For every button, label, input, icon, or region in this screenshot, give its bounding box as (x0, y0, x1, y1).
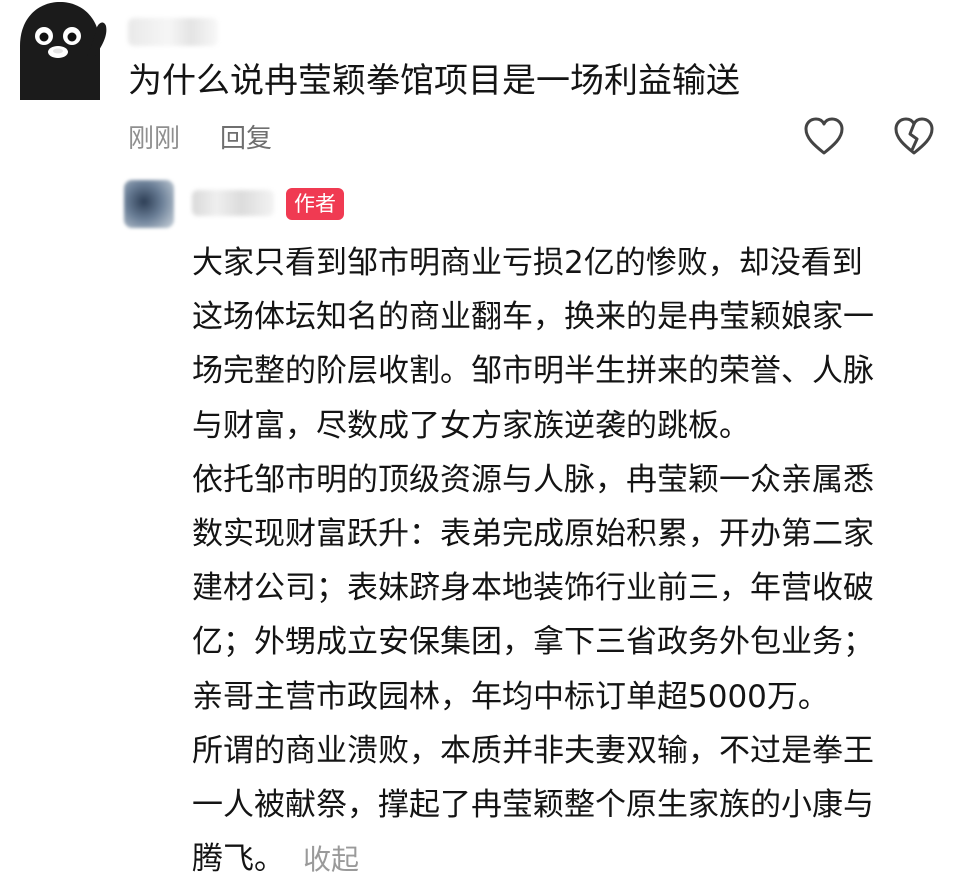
reply-avatar[interactable] (124, 180, 174, 228)
comment-meta: 刚刚 回复 (128, 116, 272, 156)
comment-thread: 为什么说冉莹颖拳馆项目是一场利益输送 刚刚 回复 作者 大家只看到邹市明商业亏损… (0, 0, 960, 885)
reply-line: 建材公司；表妹跻身本地装饰行业前三，年营收破 (192, 570, 874, 607)
reply-last-line: 腾飞。 收起 (192, 832, 952, 885)
reply-line: 亿；外甥成立安保集团，拿下三省政务外包业务； (192, 624, 874, 661)
reply-line: 场完整的阶层收割。邹市明半生拼来的荣誉、人脉 (192, 353, 874, 390)
penguin-avatar-icon (20, 2, 107, 100)
reply-line: 亲哥主营市政园林，年均中标订单超5000万。 (192, 678, 829, 715)
comment-text: 为什么说冉莹颖拳馆项目是一场利益输送 (128, 61, 740, 101)
commenter-username-redacted[interactable] (128, 18, 218, 46)
penguin-avatar[interactable] (14, 0, 108, 100)
reply-line: 依托邹市明的顶级资源与人脉，冉莹颖一众亲属悉 (192, 461, 874, 498)
reply-body: 大家只看到邹市明商业亏损2亿的惨败，却没看到 这场体坛知名的商业翻车，换来的是冉… (192, 236, 952, 885)
reply-line: 一人被献祭，撑起了冉莹颖整个原生家族的小康与 (192, 786, 874, 823)
reply-line: 与财富，尽数成了女方家族逆袭的跳板。 (192, 407, 750, 444)
heart-outline-icon[interactable] (800, 112, 848, 160)
reply-username-redacted[interactable] (192, 190, 274, 216)
reply-line: 这场体坛知名的商业翻车，换来的是冉莹颖娘家一 (192, 299, 874, 336)
reply-line: 大家只看到邹市明商业亏损2亿的惨败，却没看到 (192, 245, 863, 281)
author-badge: 作者 (286, 188, 344, 220)
reply-line: 所谓的商业溃败，本质并非夫妻双输，不过是拳王 (192, 732, 874, 769)
reply-button[interactable]: 回复 (220, 118, 272, 155)
reply-line-text: 腾飞。 (192, 841, 285, 878)
broken-heart-icon[interactable] (890, 112, 938, 160)
reply-line: 数实现财富跃升：表弟完成原始积累，开办第二家 (192, 515, 874, 552)
comment-timestamp: 刚刚 (128, 123, 181, 154)
collapse-button[interactable]: 收起 (303, 843, 359, 876)
